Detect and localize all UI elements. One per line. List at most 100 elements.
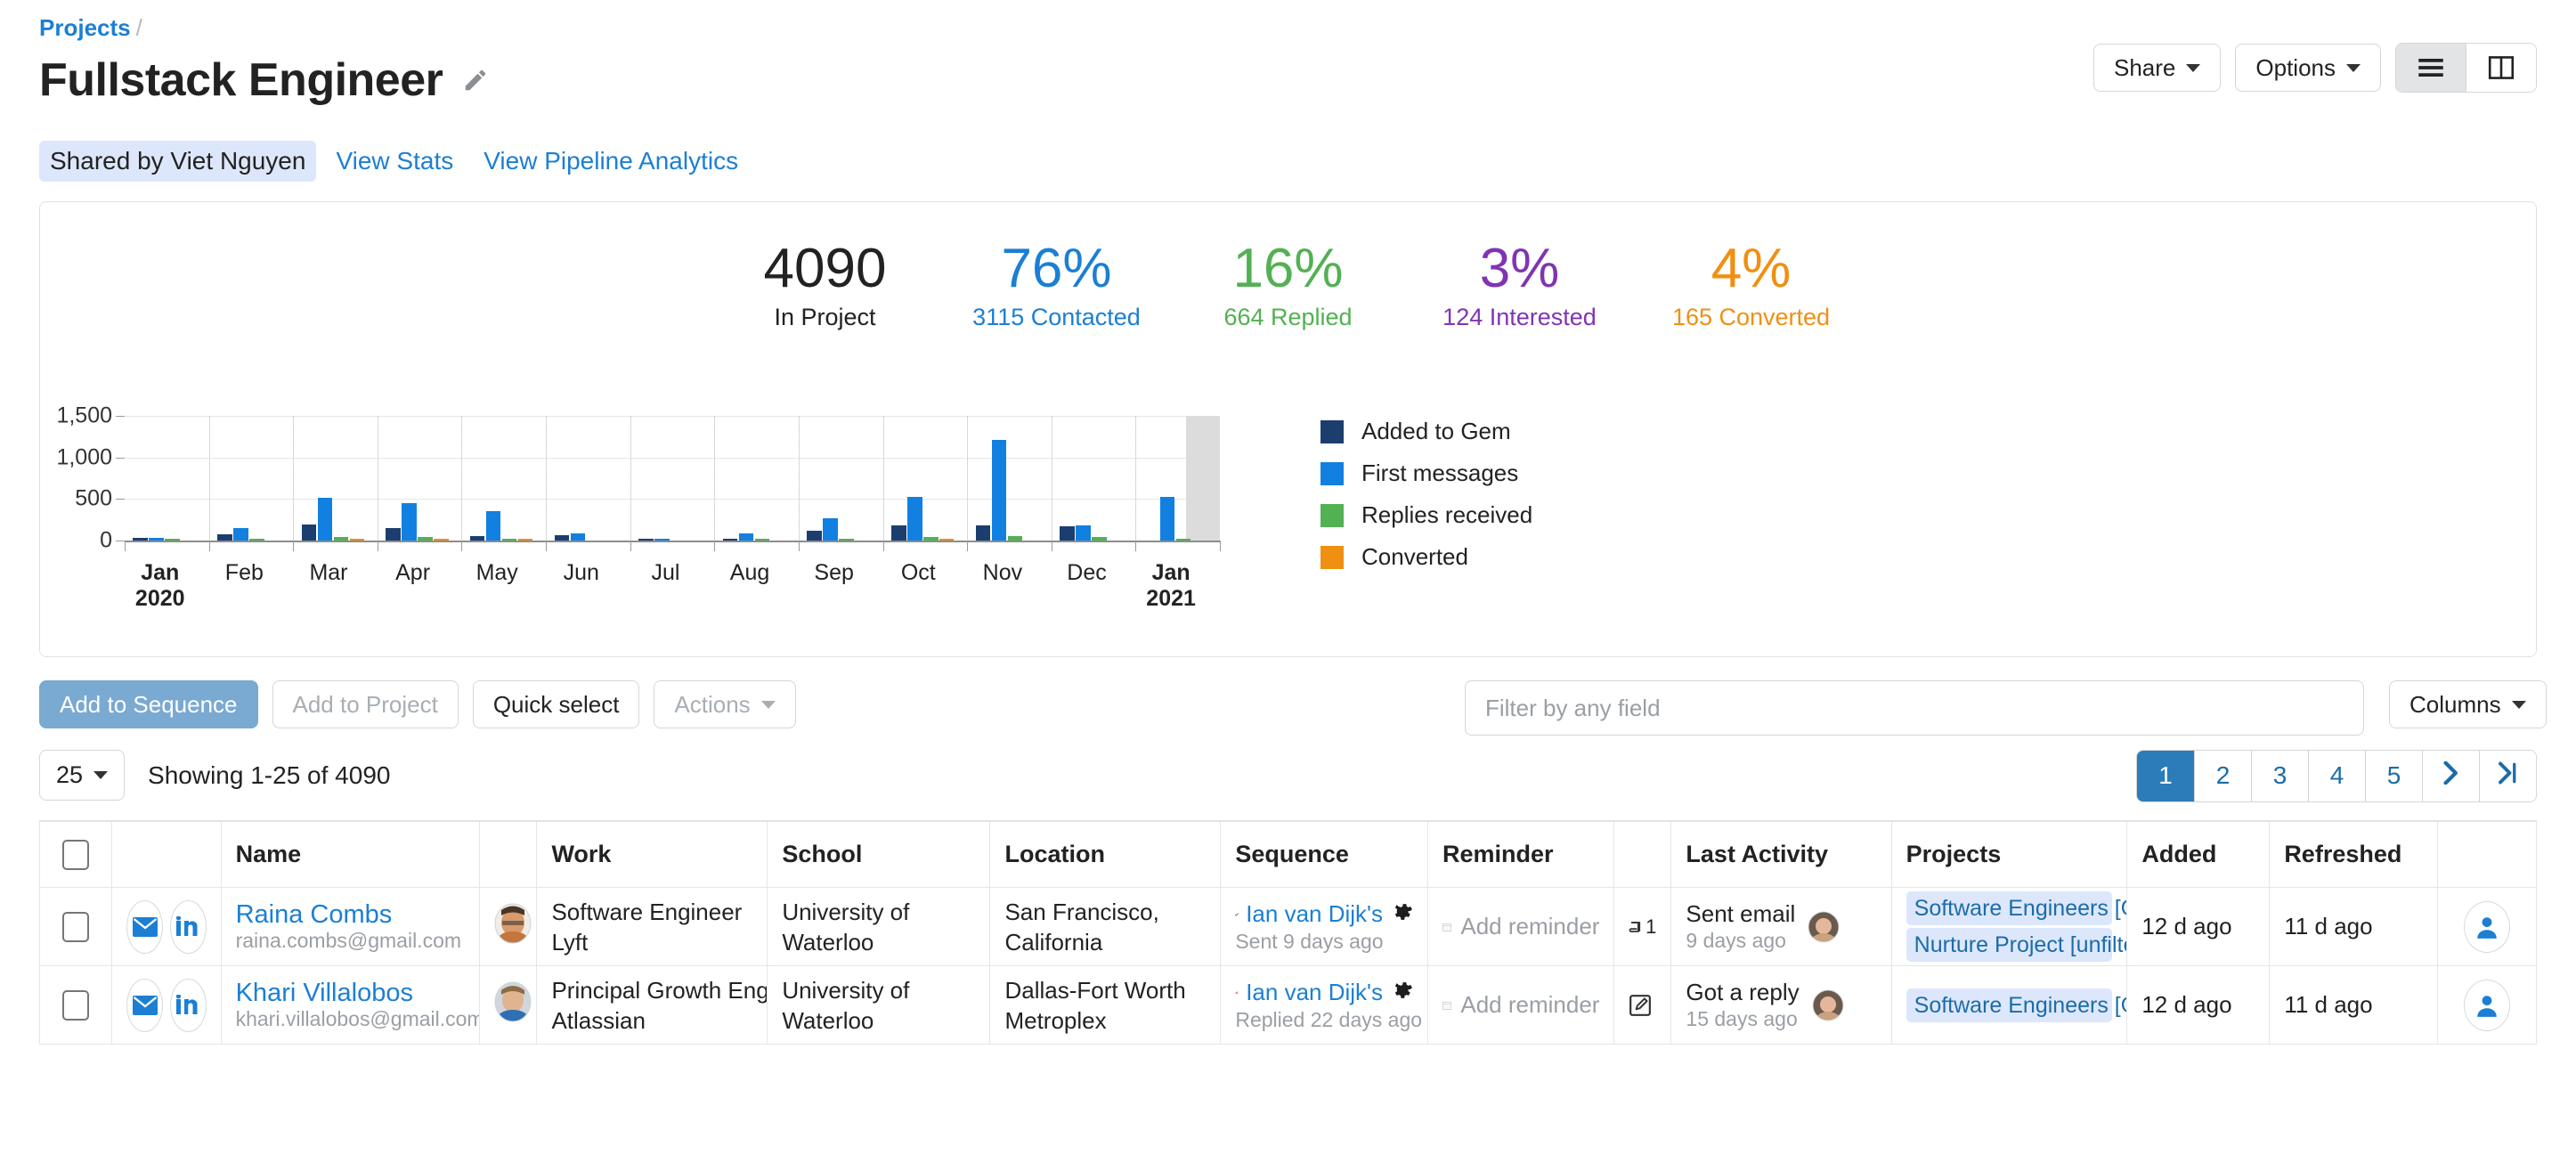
notes-cell[interactable]: 1 bbox=[1613, 887, 1672, 966]
add-to-project-button[interactable]: Add to Project bbox=[272, 680, 459, 728]
gear-icon bbox=[1394, 904, 1412, 920]
select-all-checkbox[interactable] bbox=[62, 839, 90, 870]
header-last-activity[interactable]: Last Activity bbox=[1670, 821, 1892, 888]
chart-bar bbox=[485, 511, 501, 541]
project-tag[interactable]: Software Engineers [OLD] bbox=[1906, 988, 2126, 1022]
tab-view-stats[interactable]: View Stats bbox=[325, 141, 464, 182]
row-checkbox[interactable] bbox=[62, 989, 90, 1021]
chart-bar bbox=[434, 539, 449, 541]
pipeline-bar-chart: 0 500 1,000 1,500 Jan 2020 Feb Mar Apr May Jun Jul A… bbox=[40, 380, 2536, 656]
chevron-down-icon bbox=[2186, 63, 2201, 72]
chart-x-axis-label: Apr bbox=[395, 560, 431, 585]
name-cell: Raina Combs raina.combs@gmail.com bbox=[220, 887, 481, 966]
page-header: Projects / Fullstack Engineer Share Optio… bbox=[0, 0, 2576, 107]
header-location[interactable]: Location bbox=[989, 821, 1222, 888]
row-select-cell bbox=[38, 887, 113, 966]
gear-icon[interactable] bbox=[1390, 899, 1413, 929]
page-button-4[interactable]: 4 bbox=[2308, 751, 2365, 801]
split-view-button[interactable] bbox=[2466, 44, 2536, 92]
legend-item[interactable]: Converted bbox=[1321, 543, 1532, 571]
header-name[interactable]: Name bbox=[220, 821, 481, 888]
chart-x-tick bbox=[714, 541, 716, 551]
linkedin-button[interactable] bbox=[170, 899, 207, 954]
row-checkbox[interactable] bbox=[62, 911, 90, 942]
notes-header bbox=[1613, 821, 1672, 888]
page-button-5[interactable]: 5 bbox=[2365, 751, 2422, 801]
header-reminder[interactable]: Reminder bbox=[1427, 821, 1615, 888]
candidate-name-link[interactable]: Raina Combs bbox=[236, 900, 466, 929]
linkedin-button[interactable] bbox=[170, 978, 207, 1032]
header-actions: Share Options bbox=[2093, 43, 2537, 93]
options-button[interactable]: Options bbox=[2235, 44, 2381, 92]
candidate-name-link[interactable]: Khari Villalobos bbox=[236, 979, 466, 1007]
list-view-button[interactable] bbox=[2396, 44, 2466, 92]
chart-bar bbox=[386, 528, 401, 541]
added-cell: 12 d ago bbox=[2126, 887, 2271, 966]
kpi-label: In Project bbox=[774, 304, 876, 330]
chart-x-tick bbox=[798, 541, 800, 551]
chart-bar bbox=[922, 536, 939, 541]
header-refreshed[interactable]: Refreshed bbox=[2269, 821, 2439, 888]
reminder-cell[interactable]: Add reminder bbox=[1427, 965, 1615, 1045]
gear-icon[interactable] bbox=[1390, 978, 1413, 1007]
add-reminder-label: Add reminder bbox=[1460, 991, 1600, 1018]
chart-y-tick-label: 1,000 bbox=[56, 444, 112, 470]
chart-x-axis-label: Dec bbox=[1067, 560, 1107, 585]
email-button[interactable] bbox=[126, 899, 164, 954]
email-button[interactable] bbox=[126, 978, 164, 1032]
chart-bar bbox=[554, 535, 570, 541]
header-added[interactable]: Added bbox=[2126, 821, 2271, 888]
tab-view-pipeline-analytics[interactable]: View Pipeline Analytics bbox=[473, 141, 749, 182]
breadcrumb-separator: / bbox=[135, 14, 142, 41]
kpi-label: 664 Replied bbox=[1223, 304, 1353, 330]
pencil-icon[interactable] bbox=[462, 67, 489, 94]
actions-button[interactable]: Actions bbox=[654, 680, 796, 728]
header-projects[interactable]: Projects bbox=[1890, 821, 2128, 888]
chevron-last-icon bbox=[2498, 761, 2515, 785]
legend-item[interactable]: Added to Gem bbox=[1321, 418, 1532, 445]
per-page-select[interactable]: 25 bbox=[39, 750, 126, 801]
page-button-1[interactable]: 1 bbox=[2137, 751, 2194, 801]
stats-card: 4090 In Project 76% 3115 Contacted 16% 6… bbox=[39, 201, 2537, 657]
quick-select-button[interactable]: Quick select bbox=[472, 680, 640, 728]
chart-bar bbox=[333, 537, 349, 541]
page-button-2[interactable]: 2 bbox=[2194, 751, 2251, 801]
legend-item[interactable]: First messages bbox=[1321, 460, 1532, 487]
breadcrumb-projects-link[interactable]: Projects bbox=[39, 14, 131, 41]
reminder-cell[interactable]: Add reminder bbox=[1427, 887, 1615, 966]
header-school[interactable]: School bbox=[767, 821, 991, 888]
last-page-button[interactable] bbox=[2479, 751, 2536, 801]
legend-swatch bbox=[1321, 503, 1344, 527]
notes-cell[interactable] bbox=[1613, 965, 1672, 1045]
legend-item[interactable]: Replies received bbox=[1321, 501, 1532, 529]
share-button[interactable]: Share bbox=[2093, 44, 2222, 92]
contact-icons-cell bbox=[111, 965, 222, 1045]
chart-gridline bbox=[125, 416, 1220, 417]
next-page-button[interactable] bbox=[2422, 751, 2479, 801]
tab-shared-by[interactable]: Shared by Viet Nguyen bbox=[39, 141, 317, 182]
chart-bar bbox=[570, 533, 586, 541]
legend-label: First messages bbox=[1361, 460, 1519, 486]
owner-avatar-button[interactable] bbox=[2464, 900, 2511, 953]
page-button-3[interactable]: 3 bbox=[2251, 751, 2308, 801]
chart-x-axis-label: Aug bbox=[729, 560, 770, 585]
contact-icons-header bbox=[111, 821, 222, 888]
project-tag[interactable]: Software Engineers [OLD] bbox=[1906, 891, 2126, 925]
add-to-sequence-button[interactable]: Add to Sequence bbox=[39, 680, 258, 728]
calendar-icon bbox=[1442, 1001, 1452, 1010]
chart-category-separator bbox=[461, 416, 463, 541]
table-row[interactable]: Raina Combs raina.combs@gmail.com Software… bbox=[38, 887, 2537, 966]
owner-avatar-button[interactable] bbox=[2464, 979, 2511, 1031]
sequence-link[interactable]: Ian van Dijk's bbox=[1246, 900, 1383, 928]
table-row[interactable]: Khari Villalobos khari.villalobos@gmail.c… bbox=[38, 965, 2537, 1045]
sequence-link[interactable]: Ian van Dijk's bbox=[1246, 979, 1383, 1006]
header-sequence[interactable]: Sequence bbox=[1220, 821, 1429, 888]
owner-cell bbox=[2437, 887, 2537, 966]
header-work[interactable]: Work bbox=[536, 821, 768, 888]
owner-cell bbox=[2437, 965, 2537, 1045]
project-tag[interactable]: Nurture Project [unfiltered] bbox=[1906, 928, 2126, 962]
chart-y-tick-label: 1,500 bbox=[56, 403, 112, 428]
columns-button[interactable]: Columns bbox=[2389, 680, 2547, 728]
pagination-row: 25 Showing 1-25 of 4090 1 2 3 4 5 bbox=[0, 728, 2576, 802]
filter-input[interactable] bbox=[1465, 680, 2364, 736]
